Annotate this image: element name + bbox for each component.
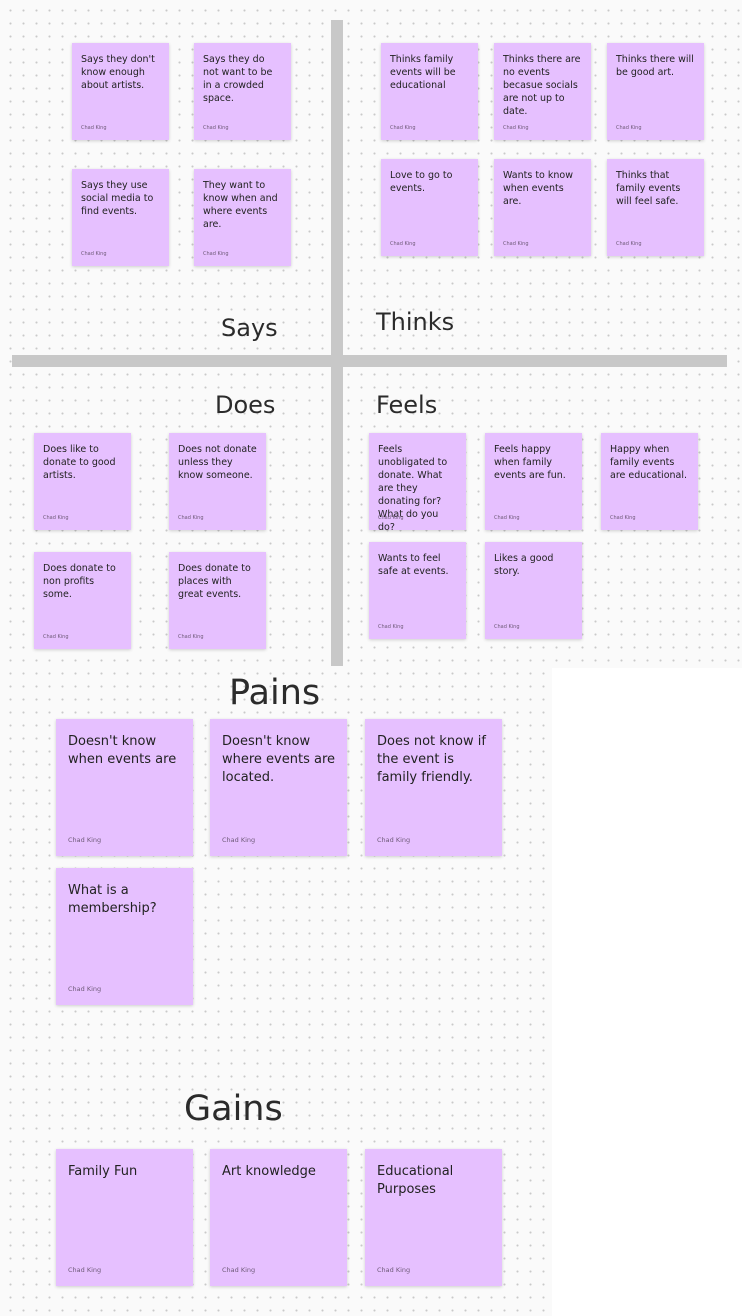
note-author: Chad King — [390, 125, 416, 131]
note-text: Does donate to non profits some. — [43, 563, 116, 600]
note-text: Thinks family events will be educational — [390, 54, 456, 91]
canvas-edge — [552, 668, 742, 1316]
note-text: Says they don't know enough about artist… — [81, 54, 155, 91]
feels-label: Feels — [376, 391, 438, 419]
sticky-note-pains-4[interactable]: What is a membership? Chad King — [56, 868, 193, 1005]
note-text: Happy when family events are educational… — [610, 444, 688, 481]
note-author: Chad King — [203, 125, 229, 131]
note-text: Love to go to events. — [390, 170, 453, 194]
note-author: Chad King — [494, 624, 520, 630]
note-text: They want to know when and where events … — [203, 180, 278, 230]
note-author: Chad King — [178, 634, 204, 640]
note-text: Educational Purposes — [377, 1164, 454, 1197]
note-text: Wants to know when events are. — [503, 170, 573, 207]
note-text: Doesn't know when events are — [68, 734, 177, 767]
sticky-note-says-1[interactable]: Says they don't know enough about artist… — [72, 43, 169, 140]
note-author: Chad King — [43, 515, 69, 521]
note-author: Chad King — [68, 1266, 102, 1274]
sticky-note-thinks-6[interactable]: Thinks that family events will feel safe… — [607, 159, 704, 256]
thinks-label: Thinks — [376, 308, 455, 336]
note-author: Chad King — [68, 836, 102, 844]
sticky-note-feels-5[interactable]: Likes a good story. Chad King — [485, 542, 582, 639]
note-text: Thinks there will be good art. — [616, 54, 694, 78]
note-author: Chad King — [494, 515, 520, 521]
sticky-note-feels-1[interactable]: Feels unobligated to donate. What are th… — [369, 433, 466, 533]
note-text: Thinks there are no events becasue socia… — [503, 54, 581, 117]
note-text: Thinks that family events will feel safe… — [616, 170, 681, 207]
sticky-note-gains-3[interactable]: Educational Purposes Chad King — [365, 1149, 502, 1286]
note-author: Chad King — [616, 125, 642, 131]
sticky-note-thinks-3[interactable]: Thinks there will be good art. Chad King — [607, 43, 704, 140]
note-text: Family Fun — [68, 1164, 138, 1179]
note-text: Does like to donate to good artists. — [43, 444, 116, 481]
note-text: Says they use social media to find event… — [81, 180, 154, 217]
note-author: Chad King — [68, 985, 102, 993]
sticky-note-feels-3[interactable]: Happy when family events are educational… — [601, 433, 698, 530]
note-author: Chad King — [81, 251, 107, 257]
sticky-note-does-3[interactable]: Does donate to non profits some. Chad Ki… — [34, 552, 131, 649]
note-author: Chad King — [377, 836, 411, 844]
note-text: Art knowledge — [222, 1164, 316, 1179]
sticky-note-says-2[interactable]: Says they do not want to be in a crowded… — [194, 43, 291, 140]
note-text: What is a membership? — [68, 883, 157, 916]
note-author: Chad King — [378, 515, 404, 521]
sticky-note-thinks-2[interactable]: Thinks there are no events becasue socia… — [494, 43, 591, 140]
note-author: Chad King — [503, 241, 529, 247]
sticky-note-gains-2[interactable]: Art knowledge Chad King — [210, 1149, 347, 1286]
note-author: Chad King — [178, 515, 204, 521]
sticky-note-thinks-5[interactable]: Wants to know when events are. Chad King — [494, 159, 591, 256]
note-author: Chad King — [610, 515, 636, 521]
sticky-note-does-1[interactable]: Does like to donate to good artists. Cha… — [34, 433, 131, 530]
gains-label: Gains — [184, 1089, 283, 1129]
does-label: Does — [215, 391, 276, 419]
sticky-note-thinks-1[interactable]: Thinks family events will be educational… — [381, 43, 478, 140]
note-text: Feels happy when family events are fun. — [494, 444, 566, 481]
sticky-note-pains-3[interactable]: Does not know if the event is family fri… — [365, 719, 502, 856]
sticky-note-feels-2[interactable]: Feels happy when family events are fun. … — [485, 433, 582, 530]
note-author: Chad King — [222, 836, 256, 844]
says-label: Says — [221, 314, 278, 342]
note-text: Does not know if the event is family fri… — [377, 734, 486, 785]
note-author: Chad King — [377, 1266, 411, 1274]
sticky-note-thinks-4[interactable]: Love to go to events. Chad King — [381, 159, 478, 256]
note-author: Chad King — [378, 624, 404, 630]
note-text: Doesn't know where events are located. — [222, 734, 336, 785]
note-author: Chad King — [43, 634, 69, 640]
note-text: Wants to feel safe at events. — [378, 553, 449, 577]
note-author: Chad King — [81, 125, 107, 131]
sticky-note-pains-2[interactable]: Doesn't know where events are located. C… — [210, 719, 347, 856]
note-author: Chad King — [503, 125, 529, 131]
sticky-note-gains-1[interactable]: Family Fun Chad King — [56, 1149, 193, 1286]
horizontal-divider — [12, 355, 727, 367]
sticky-note-does-2[interactable]: Does not donate unless they know someone… — [169, 433, 266, 530]
sticky-note-says-3[interactable]: Says they use social media to find event… — [72, 169, 169, 266]
note-author: Chad King — [616, 241, 642, 247]
vertical-divider — [331, 20, 343, 666]
note-author: Chad King — [390, 241, 416, 247]
note-text: Likes a good story. — [494, 553, 554, 577]
note-text: Says they do not want to be in a crowded… — [203, 54, 273, 104]
note-author: Chad King — [203, 251, 229, 257]
sticky-note-pains-1[interactable]: Doesn't know when events are Chad King — [56, 719, 193, 856]
sticky-note-says-4[interactable]: They want to know when and where events … — [194, 169, 291, 266]
sticky-note-feels-4[interactable]: Wants to feel safe at events. Chad King — [369, 542, 466, 639]
pains-label: Pains — [229, 673, 321, 713]
note-text: Does donate to places with great events. — [178, 563, 251, 600]
note-author: Chad King — [222, 1266, 256, 1274]
note-text: Does not donate unless they know someone… — [178, 444, 257, 481]
sticky-note-does-4[interactable]: Does donate to places with great events.… — [169, 552, 266, 649]
